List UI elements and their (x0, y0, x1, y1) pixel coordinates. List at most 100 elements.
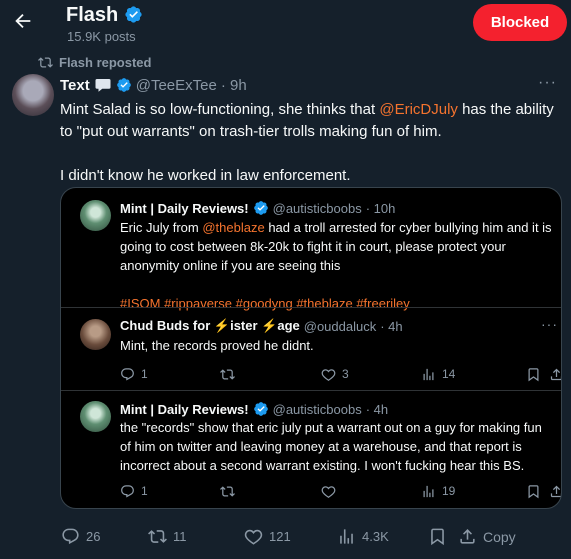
copy-button[interactable]: Copy (458, 527, 516, 546)
views-chart-icon (340, 529, 353, 544)
like-button[interactable] (321, 484, 336, 499)
verified-badge-icon (253, 201, 268, 215)
repost-button[interactable] (220, 367, 235, 382)
reply-icon (62, 528, 79, 545)
reply-count: 26 (86, 529, 101, 544)
avatar[interactable] (80, 319, 111, 350)
repost-button[interactable]: 11 (148, 527, 187, 546)
views-button[interactable]: 4.3K (337, 527, 389, 546)
speech-bubble-emoji-icon (95, 79, 111, 92)
reply-button[interactable]: 26 (61, 527, 100, 546)
like-count: 3 (342, 367, 349, 381)
reply-author-handle[interactable]: @autisticboobs (273, 402, 362, 417)
like-button[interactable]: 3 (321, 367, 349, 382)
hashtags[interactable]: #ISOM #rippaverse #goodyng #theblaze #fr… (120, 294, 552, 313)
heart-icon (321, 485, 336, 498)
copy-label: Copy (483, 528, 516, 545)
repost-button[interactable] (220, 484, 235, 499)
verified-badge-icon (253, 402, 268, 416)
reply-count: 1 (141, 367, 148, 381)
views-chart-icon (423, 368, 434, 380)
more-options-button[interactable]: ··· (541, 316, 558, 332)
blocked-button[interactable]: Blocked (473, 4, 567, 41)
mention-link[interactable]: @EricDJuly (379, 101, 458, 118)
like-button[interactable]: 121 (244, 527, 291, 546)
repost-icon (38, 57, 53, 68)
divider (61, 307, 561, 308)
quote-time[interactable]: · 10h (366, 201, 396, 216)
reply-author-name[interactable]: Mint | Daily Reviews! (120, 402, 249, 417)
reply-author-name-part: age (277, 318, 300, 333)
heart-icon (244, 529, 263, 545)
share-icon (460, 529, 475, 544)
reply-author-name-part: ister (230, 318, 262, 333)
verified-badge-icon (116, 78, 131, 92)
lightning-emoji-icon: ⚡ (213, 318, 231, 333)
bookmark-icon (528, 484, 539, 498)
repost-label: Flash reposted (59, 55, 152, 70)
repost-icon (220, 368, 235, 380)
share-icon (550, 485, 561, 497)
quoted-thread-card[interactable]: Mint | Daily Reviews! @autisticboobs · 1… (60, 187, 562, 509)
reply-actions: 1 3 14 (120, 365, 561, 383)
quote-author-name[interactable]: Mint | Daily Reviews! (120, 201, 249, 216)
reply-actions: 1 19 (120, 482, 561, 500)
tweet-text: Mint Salad is so low-functioning, she th… (60, 99, 560, 187)
like-count: 121 (269, 529, 291, 544)
avatar[interactable] (12, 74, 54, 116)
repost-icon (220, 485, 235, 497)
reply-author-name-part: Chud Buds for (120, 318, 214, 333)
tweet-text-line2: I didn't know he worked in law enforceme… (60, 167, 351, 184)
profile-title: Flash (66, 4, 143, 27)
reply-time[interactable]: · 4h (366, 402, 388, 417)
bookmark-button[interactable] (526, 367, 541, 382)
bookmark-icon (528, 367, 539, 381)
views-button[interactable]: 14 (421, 367, 455, 382)
avatar[interactable] (80, 200, 111, 231)
reply-time[interactable]: · 4h (380, 319, 402, 334)
share-button[interactable] (549, 367, 561, 382)
author-handle[interactable]: @TeeExTee (136, 77, 217, 94)
bookmark-icon (431, 528, 444, 546)
repost-icon (148, 530, 167, 543)
more-options-button[interactable]: ··· (538, 74, 557, 92)
post-count: 15.9K posts (67, 29, 136, 44)
reply-button[interactable]: 1 (120, 484, 148, 499)
quote-text-part: Eric July from (120, 220, 203, 235)
avatar[interactable] (80, 401, 111, 432)
heart-icon (321, 368, 336, 381)
reply-icon (121, 367, 134, 381)
reply-text: Mint, the records proved he didnt. (120, 338, 314, 353)
views-chart-icon (423, 485, 434, 497)
quote-author-handle[interactable]: @autisticboobs (273, 201, 362, 216)
reply-author-handle[interactable]: @ouddaluck (304, 319, 376, 334)
views-button[interactable]: 19 (421, 484, 455, 499)
view-count: 19 (442, 484, 456, 498)
lightning-emoji-icon: ⚡ (261, 318, 278, 333)
verified-badge-icon (125, 6, 142, 23)
reply-button[interactable]: 1 (120, 367, 148, 382)
reply-header: Mint | Daily Reviews! @autisticboobs · 4… (120, 401, 388, 417)
divider (61, 390, 561, 391)
reply-text: the "records" show that eric july put a … (120, 420, 542, 473)
share-icon (550, 368, 561, 380)
repost-count: 11 (173, 529, 187, 544)
quote-header: Mint | Daily Reviews! @autisticboobs · 1… (120, 200, 395, 216)
reply-author-name[interactable]: Chud Buds for ⚡ister ⚡age (120, 318, 300, 334)
tweet-time[interactable]: · 9h (221, 77, 247, 94)
tweet-text-part: Mint Salad is so low-functioning, she th… (60, 101, 380, 118)
author-name[interactable]: Text (60, 77, 90, 94)
reply-header: Chud Buds for ⚡ister ⚡age @ouddaluck · 4… (120, 318, 403, 334)
back-arrow-icon[interactable] (12, 10, 34, 32)
view-count: 4.3K (362, 529, 389, 544)
view-count: 14 (442, 367, 456, 381)
mention-link[interactable]: @theblaze (202, 220, 264, 235)
tweet-header: Text @TeeExTee · 9h (60, 76, 247, 94)
bookmark-button[interactable] (428, 527, 447, 546)
repost-indicator: Flash reposted (38, 55, 151, 70)
profile-name: Flash (66, 4, 119, 26)
quote-text: Eric July from @theblaze had a troll arr… (120, 218, 552, 313)
reply-count: 1 (141, 484, 148, 498)
bookmark-button[interactable] (526, 484, 541, 499)
share-button[interactable] (549, 484, 561, 499)
